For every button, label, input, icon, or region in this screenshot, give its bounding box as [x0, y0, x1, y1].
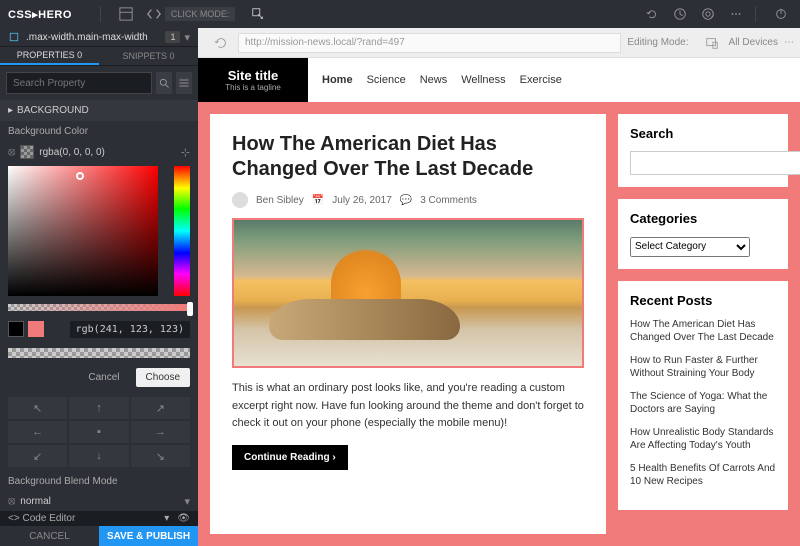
url-field[interactable]: http://mission-news.local/?rand=497 — [238, 33, 621, 53]
recent-post-link[interactable]: How to Run Faster & Further Without Stra… — [630, 354, 776, 381]
categories-widget: Categories Select Category — [618, 199, 788, 269]
recent-post-link[interactable]: The Science of Yoga: What the Doctors ar… — [630, 390, 776, 417]
comment-count[interactable]: 3 Comments — [420, 195, 477, 206]
bg-color-value: rgba(0, 0, 0, 0) — [39, 147, 176, 158]
site-header: Site title This is a tagline Home Scienc… — [198, 58, 800, 102]
reset-icon[interactable]: ⦻ — [8, 146, 15, 159]
site-title[interactable]: Site title — [228, 68, 279, 83]
at-icon[interactable] — [697, 3, 719, 25]
selector-text: .max-width.main-max-width — [26, 32, 165, 43]
undo-icon[interactable] — [641, 3, 663, 25]
more-icon[interactable] — [725, 3, 747, 25]
history-icon[interactable] — [669, 3, 691, 25]
more-icon[interactable]: ⋯ — [784, 37, 794, 48]
selector-count: 1 — [165, 31, 180, 43]
comment-icon: 💬 — [400, 195, 412, 206]
alpha-slider[interactable] — [8, 304, 190, 311]
current-swatch[interactable] — [20, 145, 34, 159]
recent-post-link[interactable]: 5 Health Benefits Of Carrots And 10 New … — [630, 462, 776, 489]
chevron-down-icon[interactable]: ▾ — [184, 495, 190, 508]
click-mode-label: CLICK MODE: — [165, 7, 236, 21]
code-icon: <> — [8, 513, 20, 524]
widget-title: Categories — [630, 211, 776, 226]
power-icon[interactable] — [770, 3, 792, 25]
blend-mode-label: Background Blend Mode — [0, 471, 198, 492]
recent-post-link[interactable]: How The American Diet Has Changed Over T… — [630, 318, 776, 345]
category-select[interactable]: Select Category — [630, 237, 750, 257]
article-title[interactable]: How The American Diet Has Changed Over T… — [232, 132, 584, 182]
panel-tabs: PROPERTIES 0 SNIPPETS 0 — [0, 47, 198, 66]
editing-mode-label: Editing Mode: — [627, 37, 688, 48]
site-tagline: This is a tagline — [225, 83, 281, 92]
main-content: How The American Diet Has Changed Over T… — [210, 114, 606, 534]
nav-home[interactable]: Home — [322, 74, 353, 86]
blend-mode-value: normal — [20, 496, 179, 507]
chevron-down-icon: ▾ — [164, 513, 169, 524]
nav-news[interactable]: News — [420, 74, 448, 86]
saturation-value-field[interactable] — [8, 166, 158, 296]
picker-choose-button[interactable]: Choose — [136, 368, 190, 387]
chevron-down-icon[interactable]: ▾ — [184, 31, 190, 44]
device-icon[interactable] — [701, 32, 723, 54]
search-property-input[interactable] — [6, 72, 152, 94]
color-picker[interactable] — [0, 162, 198, 300]
picked-color-value: rgb(241, 123, 123) — [70, 321, 190, 338]
recent-posts-widget: Recent Posts How The American Diet Has C… — [618, 281, 788, 510]
position-grid[interactable]: ↖↑↗ ←▪→ ↙↓↘ — [0, 393, 198, 471]
calendar-icon: 📅 — [312, 195, 324, 206]
refresh-icon[interactable] — [210, 32, 232, 54]
picker-cancel-button[interactable]: Cancel — [78, 368, 129, 387]
continue-reading-button[interactable]: Continue Reading › — [232, 445, 348, 470]
selector-row[interactable]: .max-width.main-max-width 1 ▾ — [0, 28, 198, 47]
save-publish-button[interactable]: SAVE & PUBLISH — [99, 526, 198, 546]
nav-science[interactable]: Science — [367, 74, 406, 86]
tab-properties[interactable]: PROPERTIES 0 — [0, 47, 99, 65]
target-icon — [8, 31, 20, 43]
devices-label[interactable]: All Devices — [729, 37, 778, 48]
author-name[interactable]: Ben Sibley — [256, 195, 304, 206]
article-excerpt: This is what an ordinary post looks like… — [232, 380, 584, 433]
hue-slider[interactable] — [174, 166, 190, 296]
sidebar-widgets: Search Search Categories Select Category… — [618, 114, 788, 534]
sidebar-panel: .max-width.main-max-width 1 ▾ PROPERTIES… — [0, 28, 198, 546]
search-widget: Search Search — [618, 114, 788, 187]
nav-exercise[interactable]: Exercise — [520, 74, 562, 86]
search-icon[interactable] — [156, 72, 172, 94]
swatch-picked[interactable] — [28, 321, 44, 337]
featured-image[interactable] — [232, 218, 584, 368]
layout-icon[interactable] — [115, 3, 137, 25]
widget-title: Search — [630, 126, 776, 141]
site-nav: Home Science News Wellness Exercise — [308, 58, 800, 102]
nav-wellness[interactable]: Wellness — [461, 74, 505, 86]
swatch-black[interactable] — [8, 321, 24, 337]
transparency-bar[interactable] — [8, 348, 190, 359]
code-editor-toggle[interactable]: <> Code Editor ▾ 👁 — [0, 511, 198, 526]
eye-icon[interactable]: 👁 — [177, 513, 190, 524]
code-icon[interactable] — [143, 3, 165, 25]
recent-post-link[interactable]: How Unrealistic Body Standards Are Affec… — [630, 426, 776, 453]
menu-icon[interactable] — [176, 72, 192, 94]
article-date: July 26, 2017 — [332, 195, 392, 206]
bg-color-label: Background Color — [0, 121, 198, 142]
article-meta: Ben Sibley 📅 July 26, 2017 💬 3 Comments — [232, 192, 584, 208]
tab-snippets[interactable]: SNIPPETS 0 — [99, 47, 198, 65]
widget-title: Recent Posts — [630, 293, 776, 308]
cancel-button[interactable]: CANCEL — [0, 526, 99, 546]
reset-icon[interactable]: ⦻ — [8, 495, 15, 508]
eyedropper-icon[interactable]: ⊹ — [181, 146, 190, 159]
section-background[interactable]: ▸ BACKGROUND — [0, 100, 198, 121]
app-logo: CSS▸HERO — [8, 8, 72, 21]
click-mode-picker-icon[interactable] — [247, 3, 269, 25]
preview-toolbar: http://mission-news.local/?rand=497 Edit… — [198, 28, 800, 58]
author-avatar[interactable] — [232, 192, 248, 208]
app-topbar: CSS▸HERO CLICK MODE: — [0, 0, 800, 28]
caret-right-icon: ▸ — [8, 105, 13, 116]
search-input[interactable] — [630, 151, 800, 175]
preview-pane: http://mission-news.local/?rand=497 Edit… — [198, 28, 800, 546]
